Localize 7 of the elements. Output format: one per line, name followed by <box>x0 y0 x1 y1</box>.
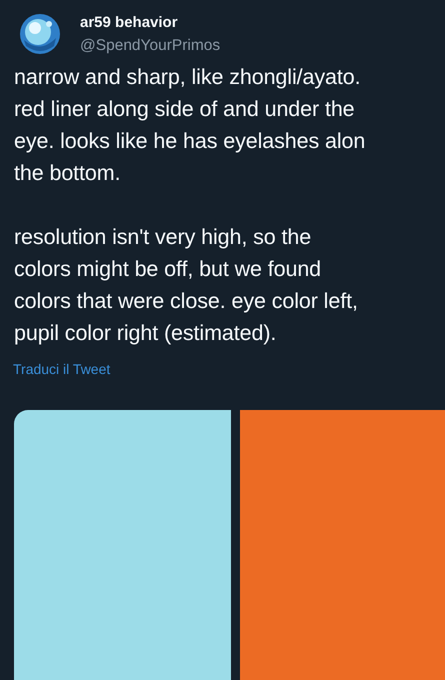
author-name[interactable]: ar59 behavior <box>80 14 220 30</box>
color-swatch[interactable] <box>240 410 445 680</box>
tweet-paragraph: resolution isn't very high, so the colors might be off, but we found colors that were close. eye color left, pupil color right (estimated). <box>14 224 359 347</box>
tweet-paragraph: narrow and sharp, like zhongli/ayato. red liner along side of and under the eye. looks like he has eyelashes alon the bottom. <box>14 64 366 187</box>
author-handle[interactable]: @SpendYourPrimos <box>80 36 220 54</box>
translate-link[interactable]: Traduci il Tweet <box>13 361 110 377</box>
color-swatch[interactable] <box>14 410 231 680</box>
